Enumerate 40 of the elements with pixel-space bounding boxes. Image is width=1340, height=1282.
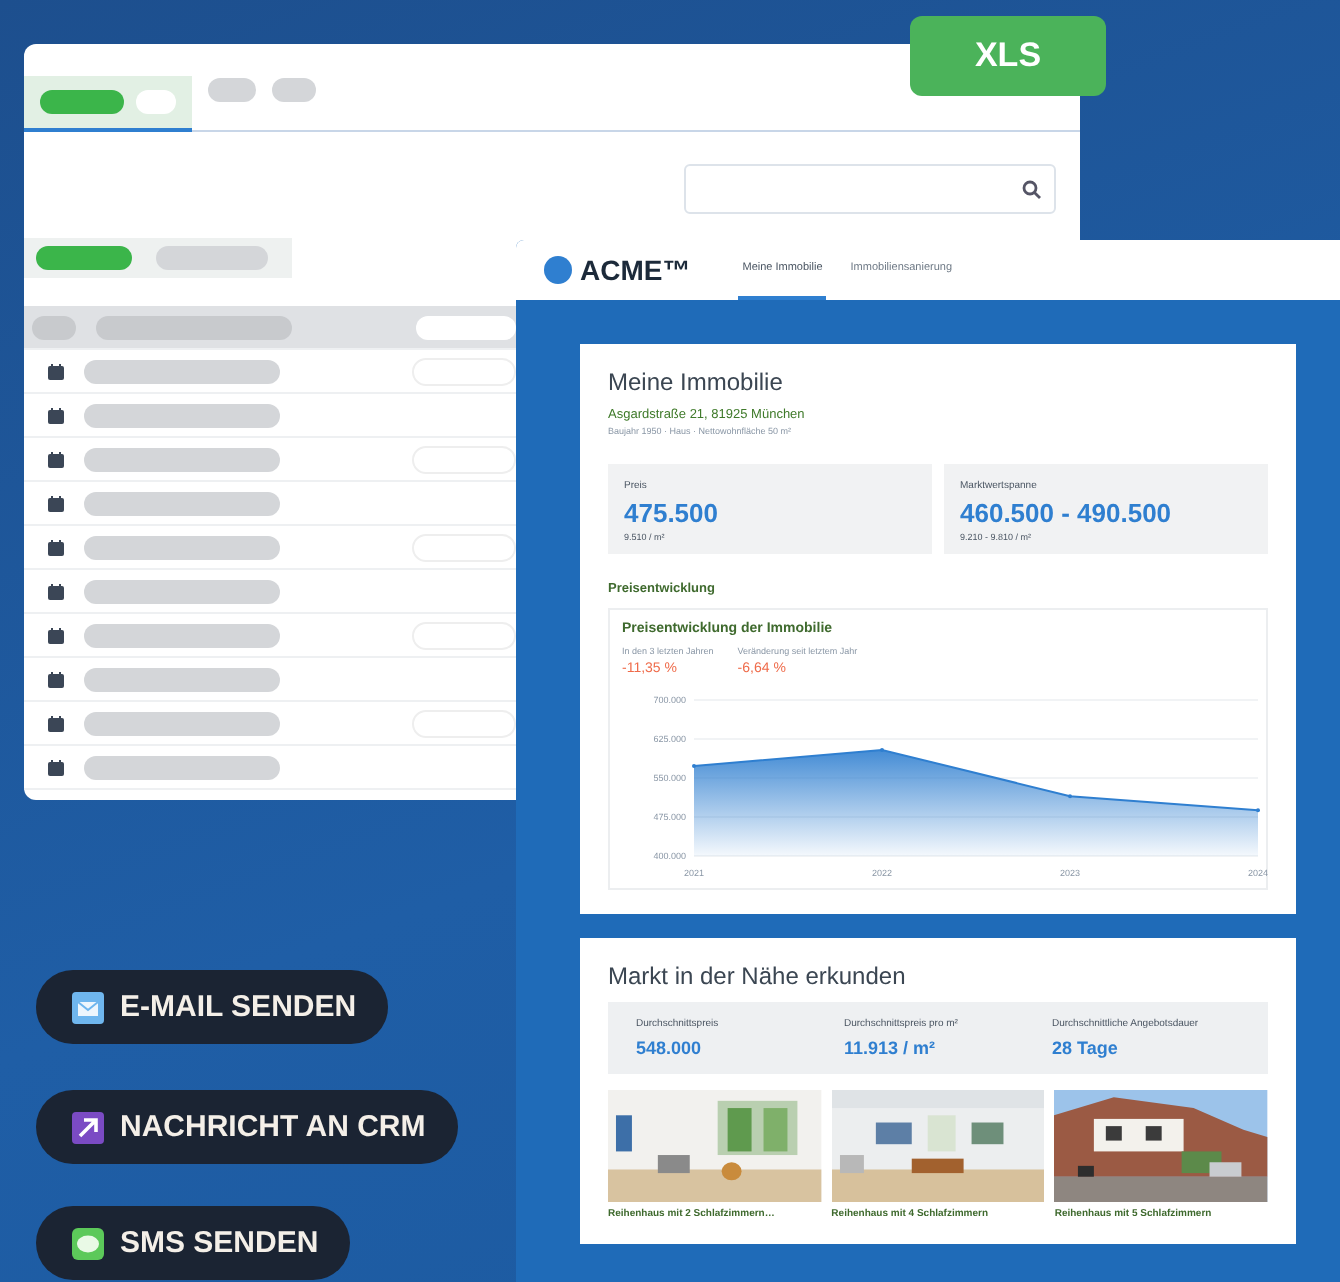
card-title: Markt in der Nähe erkunden [608, 962, 908, 990]
placeholder-bar [136, 89, 176, 113]
placeholder-bar [416, 315, 516, 339]
calendar-icon [48, 715, 64, 731]
calendar-icon [48, 627, 64, 643]
placeholder-bar [208, 77, 256, 101]
placeholder-bar [412, 709, 516, 737]
placeholder-bar [156, 246, 268, 270]
stat-value: 548.000 [636, 1038, 704, 1058]
logo-text: ACME™ [580, 254, 691, 286]
selected-tab[interactable] [24, 75, 192, 131]
calendar-icon [48, 671, 64, 687]
placeholder-bar [36, 246, 132, 270]
placeholder-bar [412, 445, 516, 473]
calendar-icon [48, 759, 64, 775]
search-icon [1022, 179, 1042, 199]
chat-bubble-icon [72, 1227, 104, 1259]
stat-value: 11.913 / m² [844, 1038, 938, 1058]
search-field[interactable] [684, 164, 1056, 214]
calendar-icon [48, 495, 64, 511]
placeholder-bar [412, 621, 516, 649]
placeholder-bar [412, 357, 516, 385]
calendar-icon [48, 583, 64, 599]
card-title: Meine Immobilie [608, 368, 785, 396]
calendar-icon [48, 363, 64, 379]
placeholder-bar [40, 89, 124, 113]
action-button[interactable]: NACHRICHT AN CRM [36, 1090, 458, 1164]
calendar-icon [48, 407, 64, 423]
calendar-icon [48, 539, 64, 555]
placeholder-bar [412, 533, 516, 561]
stat-value: 28 Tage [1052, 1038, 1120, 1058]
stat-value: 460.500 - 490.500 [960, 498, 1174, 528]
placeholder-bar [272, 77, 316, 101]
arrow-icon [72, 1111, 104, 1143]
stat-value: 475.500 [624, 498, 720, 528]
envelope-icon [72, 991, 104, 1023]
logo-icon [544, 256, 572, 284]
action-button[interactable]: SMS SENDEN [36, 1206, 351, 1280]
calendar-icon [48, 451, 64, 467]
action-button[interactable]: E-MAIL SENDEN [36, 970, 389, 1044]
